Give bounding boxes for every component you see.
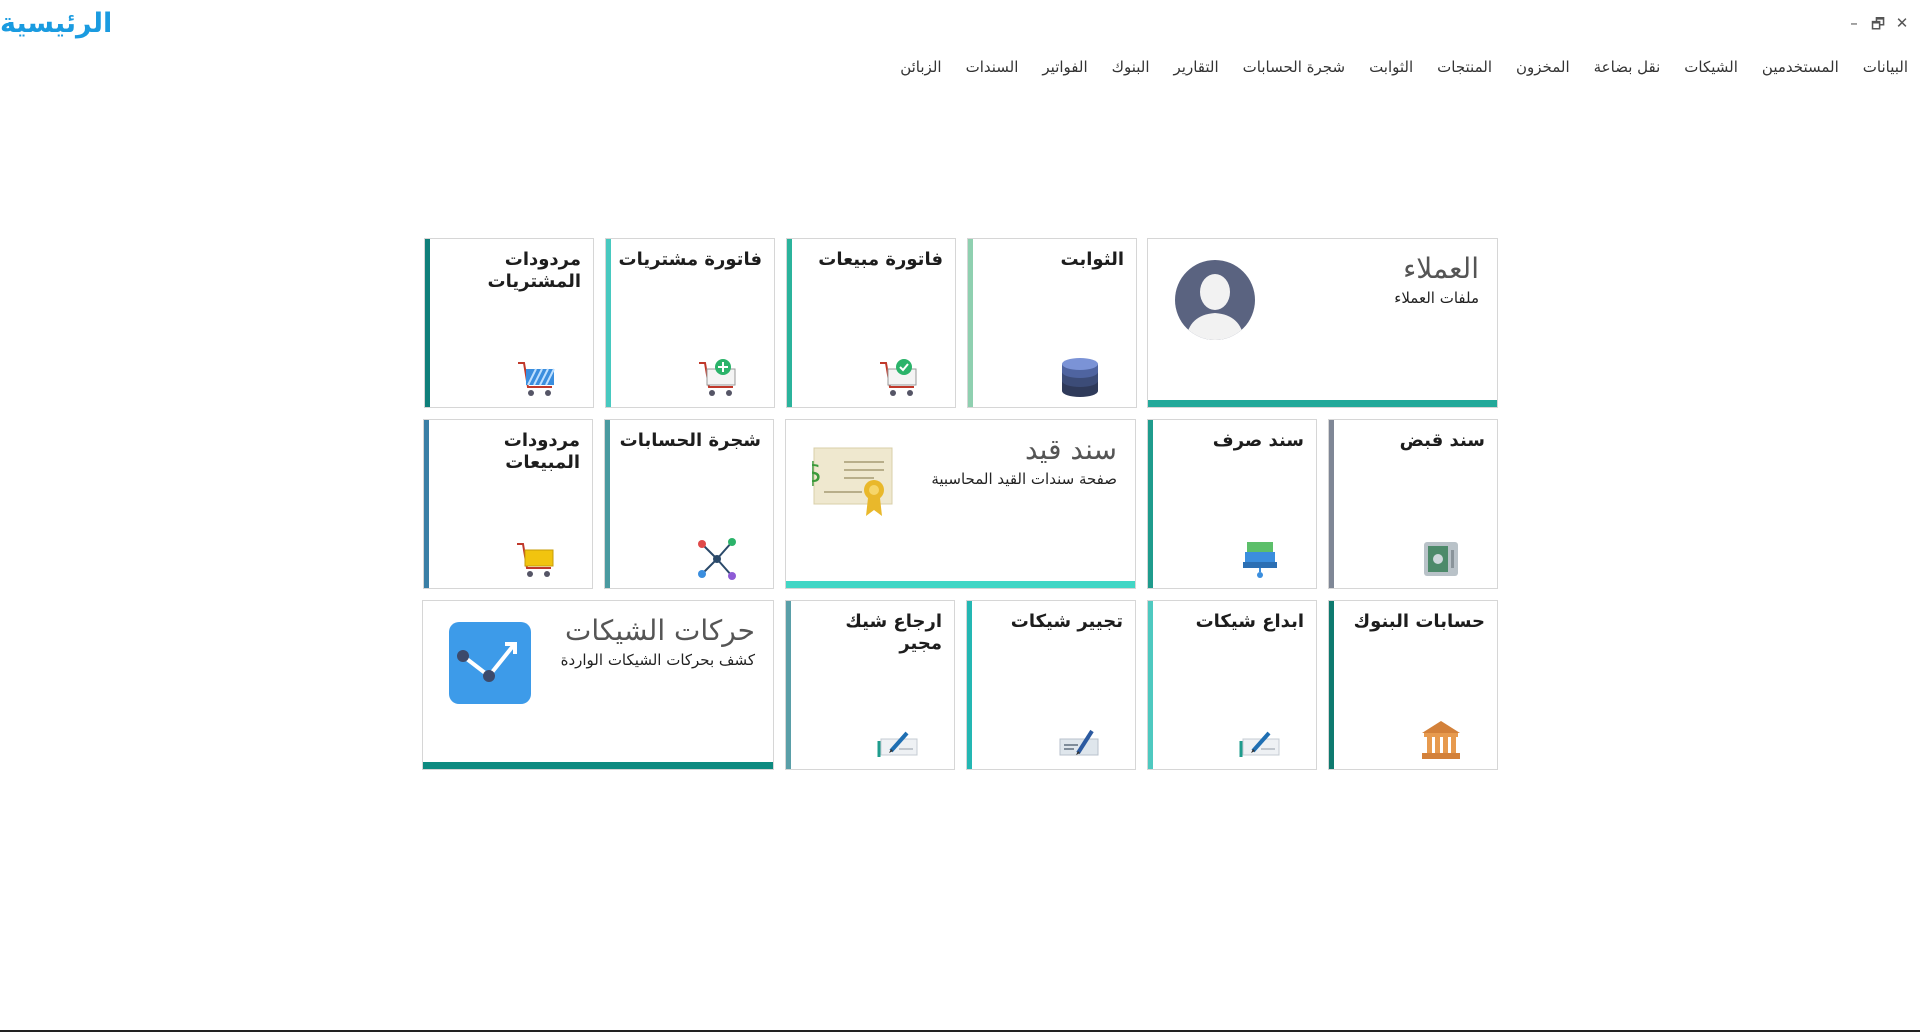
safe-icon [1420,538,1462,580]
tile-cheque-deposit[interactable]: ابداع شيكات [1147,600,1317,770]
tile-sales-returns[interactable]: مردودات المبيعات [423,419,593,589]
tile-title: سند قيد [1024,433,1117,466]
tile-title: شجرة الحسابات [619,430,761,451]
tile-accent-bar [1148,400,1497,407]
tile-accent-bar [786,601,791,769]
tile-accent-bar [786,581,1135,588]
cash-register-icon [1239,538,1281,580]
tile-bank-accounts[interactable]: حسابات البنوك [1328,600,1498,770]
tile-title: مردودات المبيعات [503,430,580,473]
cart-add-icon [697,357,739,399]
window-controls: – 🗗 ✕ [1846,14,1910,39]
tile-accent-bar [1329,420,1334,588]
menu-item-invoices[interactable]: الفواتير [1042,58,1087,76]
menu-item-vouchers[interactable]: السندات [966,58,1019,76]
tile-customers[interactable]: العملاء ملفات العملاء [1147,238,1498,408]
user-avatar-icon [1174,259,1256,341]
cart-check-icon [878,357,920,399]
close-icon[interactable]: ✕ [1894,14,1910,39]
tile-cheque-endorse[interactable]: تجيير شيكات [966,600,1136,770]
tile-title: العملاء [1403,252,1479,285]
tile-accent-bar [605,420,610,588]
tile-title: حسابات البنوك [1353,611,1485,632]
tile-accent-bar [1148,420,1153,588]
tile-title: الثوابت [1060,249,1124,270]
tile-accent-bar [787,239,792,407]
tile-accent-bar [424,420,429,588]
minimize-icon[interactable]: – [1846,14,1862,39]
page-title: الرئيسية [0,8,113,39]
tile-subtitle: ملفات العملاء [1394,289,1479,307]
bank-icon [1420,719,1462,761]
tile-purchase-returns[interactable]: مردودات المشتريات [424,238,594,408]
tile-accent-bar [425,239,430,407]
tile-title: تجيير شيكات [1010,611,1123,632]
menu-item-chart-of-accounts[interactable]: شجرة الحسابات [1243,58,1345,76]
cart-yellow-icon [515,538,557,580]
tile-title: فاتورة مشتريات [618,249,762,270]
tile-title: سند صرف [1212,430,1304,451]
menu-item-inventory[interactable]: المخزون [1516,58,1570,76]
tile-purchase-invoice[interactable]: فاتورة مشتريات [605,238,775,408]
tile-accent-bar [1148,601,1153,769]
tile-accent-bar [968,239,973,407]
cheque-pen-icon [877,719,919,761]
restore-icon[interactable]: 🗗 [1870,14,1886,39]
menu-item-users[interactable]: المستخدمين [1762,58,1839,76]
tile-title: ارجاع شيك مجير [845,611,942,654]
menu-item-customers[interactable]: الزبائن [900,58,941,76]
tile-accent-bar [1329,601,1334,769]
tile-title: فاتورة مبيعات [818,249,943,270]
tile-cheque-movements[interactable]: حركات الشيكات كشف بحركات الشيكات الواردة [422,600,774,770]
menu-item-cheques[interactable]: الشيكات [1684,58,1738,76]
cart-striped-icon [516,357,558,399]
svg-text:$: $ [812,456,822,489]
tile-title: ابداع شيكات [1195,611,1304,632]
tile-sales-invoice[interactable]: فاتورة مبيعات [786,238,956,408]
tile-title: حركات الشيكات [565,614,755,647]
menu-item-reports[interactable]: التقارير [1174,58,1219,76]
trend-chart-icon [449,622,531,704]
menu-item-data[interactable]: البيانات [1863,58,1908,76]
cheque-pen-icon [1239,719,1281,761]
menu-item-banks[interactable]: البنوك [1112,58,1150,76]
tile-title: سند قبض [1399,430,1485,451]
menu-item-products[interactable]: المنتجات [1437,58,1492,76]
tile-return-endorsed-cheque[interactable]: ارجاع شيك مجير [785,600,955,770]
tile-subtitle: كشف بحركات الشيكات الواردة [560,651,755,669]
menu-bar: الزبائن السندات الفواتير البنوك التقارير… [900,58,1908,76]
cheque-sign-icon [1058,719,1100,761]
tile-accent-bar [967,601,972,769]
tile-constants[interactable]: الثوابت [967,238,1137,408]
tile-payment-voucher[interactable]: سند صرف [1147,419,1317,589]
menu-item-goods-transfer[interactable]: نقل بضاعة [1594,58,1661,76]
tile-subtitle: صفحة سندات القيد المحاسبية [931,470,1117,488]
menu-item-constants[interactable]: الثوابت [1369,58,1413,76]
tile-journal-voucher[interactable]: سند قيد صفحة سندات القيد المحاسبية $ [785,419,1136,589]
database-icon [1059,357,1101,399]
tile-receipt-voucher[interactable]: سند قبض [1328,419,1498,589]
tile-accent-bar [606,239,611,407]
tile-accent-bar [423,762,773,769]
network-icon [696,538,738,580]
tile-title: مردودات المشتريات [487,249,581,292]
certificate-icon: $ [812,444,896,520]
tile-chart-of-accounts[interactable]: شجرة الحسابات [604,419,774,589]
